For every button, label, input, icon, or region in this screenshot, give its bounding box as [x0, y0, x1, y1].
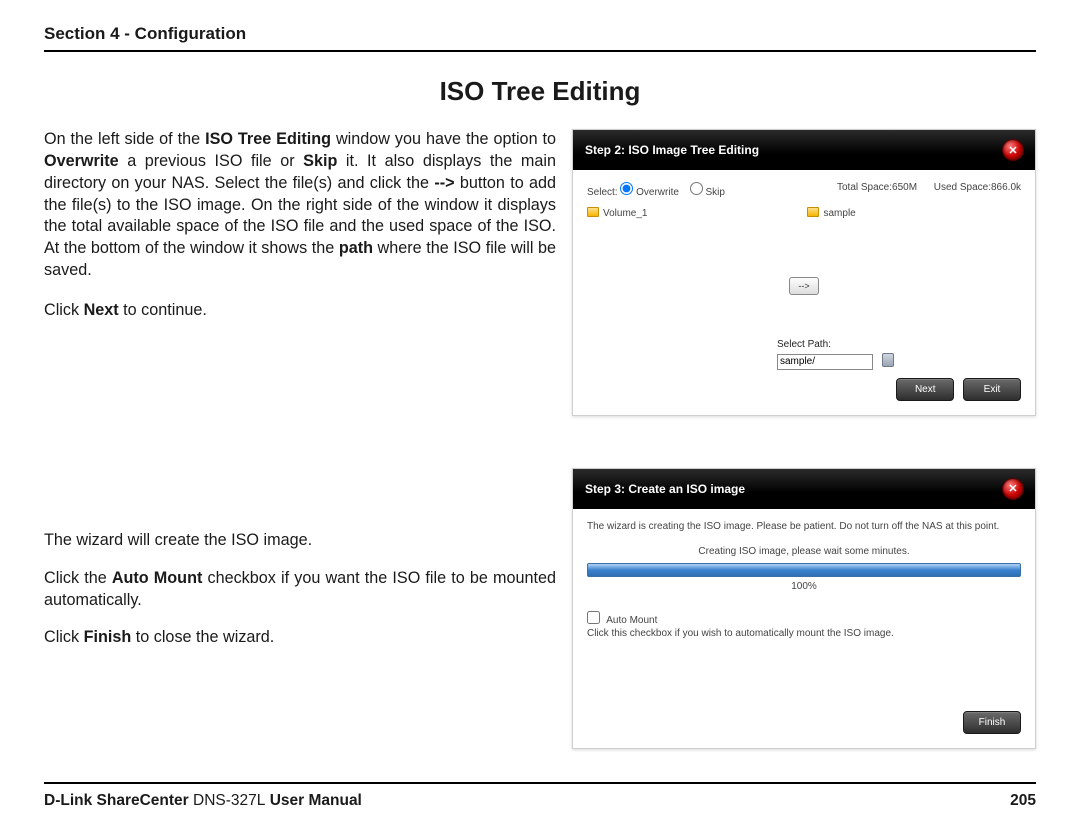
instruction-column: On the left side of the ISO Tree Editing…: [44, 129, 556, 749]
panel2-buttons: Finish: [587, 711, 1021, 734]
panel-step2-body: Select: Overwrite Skip Total Space:650M …: [573, 170, 1035, 415]
instruction-para-2: Click Next to continue.: [44, 300, 556, 322]
instruction-para-5: Click Finish to close the wizard.: [44, 627, 556, 649]
instruction-para-1: On the left side of the ISO Tree Editing…: [44, 129, 556, 282]
path-input[interactable]: [777, 354, 873, 370]
automount-block: Auto Mount Click this checkbox if you wi…: [587, 610, 1021, 641]
content-columns: On the left side of the ISO Tree Editing…: [44, 129, 1036, 749]
page-title: ISO Tree Editing: [44, 76, 1036, 107]
automount-checkbox[interactable]: [587, 611, 600, 624]
exit-button[interactable]: Exit: [963, 378, 1021, 401]
folder-row: Volume_1 sample: [587, 206, 1021, 219]
overwrite-option[interactable]: Overwrite: [620, 187, 679, 198]
used-space: Used Space:866.0k: [934, 182, 1021, 193]
select-path: Select Path:: [777, 339, 1021, 370]
progress-percent: 100%: [587, 581, 1021, 592]
folder-icon: [587, 207, 599, 217]
panel-step3-body: The wizard is creating the ISO image. Pl…: [573, 509, 1035, 748]
automount-desc: Click this checkbox if you wish to autom…: [587, 628, 894, 639]
close-icon[interactable]: ✕: [1003, 140, 1023, 160]
spacer: [44, 322, 556, 530]
space-info: Total Space:650M Used Space:866.0k: [837, 182, 1021, 198]
total-space: Total Space:650M: [837, 182, 917, 193]
panel-step3-title: Step 3: Create an ISO image: [585, 482, 745, 496]
close-icon[interactable]: ✕: [1003, 479, 1023, 499]
instruction-para-4: Click the Auto Mount checkbox if you wan…: [44, 568, 556, 612]
wizard-text: The wizard is creating the ISO image. Pl…: [587, 521, 1021, 532]
panel-step3-header: Step 3: Create an ISO image ✕: [573, 469, 1035, 509]
select-path-label: Select Path:: [777, 339, 1021, 350]
panel1-buttons: Next Exit: [587, 378, 1021, 401]
section-header: Section 4 - Configuration: [44, 24, 1036, 52]
page-number: 205: [1010, 792, 1036, 810]
panel-step2-toprow: Select: Overwrite Skip Total Space:650M …: [587, 182, 1021, 198]
next-button[interactable]: Next: [896, 378, 954, 401]
add-files-button[interactable]: -->: [789, 277, 819, 295]
select-label: Select:: [587, 187, 618, 198]
folder-icon: [807, 207, 819, 217]
skip-option[interactable]: Skip: [690, 187, 725, 198]
skip-radio[interactable]: [690, 182, 703, 195]
wait-text: Creating ISO image, please wait some min…: [587, 546, 1021, 557]
trash-icon[interactable]: [882, 353, 894, 367]
progress-bar: [587, 563, 1021, 577]
right-folder[interactable]: sample: [807, 206, 855, 219]
instruction-para-3: The wizard will create the ISO image.: [44, 530, 556, 552]
page-footer: D-Link ShareCenter DNS-327L User Manual …: [44, 782, 1036, 810]
panel-step2-title: Step 2: ISO Image Tree Editing: [585, 143, 759, 157]
automount-option[interactable]: Auto Mount: [587, 615, 657, 626]
panel-step2: Step 2: ISO Image Tree Editing ✕ Select:…: [572, 129, 1036, 416]
left-folder[interactable]: Volume_1: [587, 206, 647, 219]
select-group: Select: Overwrite Skip: [587, 182, 733, 198]
footer-brand: D-Link ShareCenter DNS-327L User Manual: [44, 792, 362, 810]
panel-step3: Step 3: Create an ISO image ✕ The wizard…: [572, 468, 1036, 749]
screenshots-column: Step 2: ISO Image Tree Editing ✕ Select:…: [572, 129, 1036, 749]
finish-button[interactable]: Finish: [963, 711, 1021, 734]
overwrite-radio[interactable]: [620, 182, 633, 195]
panel-step2-header: Step 2: ISO Image Tree Editing ✕: [573, 130, 1035, 170]
